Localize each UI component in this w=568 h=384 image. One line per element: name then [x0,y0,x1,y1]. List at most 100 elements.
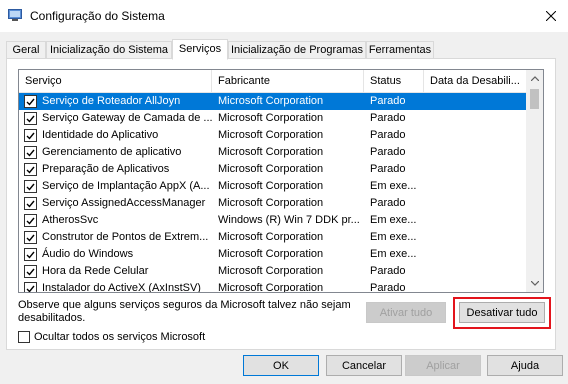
checkmark-icon [26,166,35,174]
status-cell: Parado [370,95,406,107]
table-row[interactable]: AtherosSvc Windows (R) Win 7 DDK pr... Em … [19,212,527,229]
manufacturer-cell: Microsoft Corporation [218,265,324,277]
service-checkbox[interactable] [24,214,37,227]
service-checkbox[interactable] [24,146,37,159]
column-header-status[interactable]: Status [364,70,424,92]
column-header-service[interactable]: Serviço [19,70,212,92]
status-cell: Parado [370,112,406,124]
scroll-up-arrow[interactable] [526,70,543,87]
service-checkbox[interactable] [24,129,37,142]
status-cell: Parado [370,146,406,158]
service-name-cell: Identidade do Aplicativo [42,129,159,141]
manufacturer-cell: Windows (R) Win 7 DDK pr... [218,214,360,226]
scroll-thumb[interactable] [530,89,539,109]
hide-microsoft-services-checkbox[interactable] [18,330,30,343]
service-name-cell: Serviço de Implantação AppX (A... [42,180,210,192]
status-cell: Em exe... [370,180,417,192]
disable-date-cell [427,110,527,127]
service-name-cell: Serviço Gateway de Camada de ... [42,112,212,124]
service-checkbox[interactable] [24,163,37,176]
checkmark-icon [26,285,35,292]
checkmark-icon [26,149,35,157]
service-name-cell: Gerenciamento de aplicativo [42,146,182,158]
hide-microsoft-services[interactable]: Ocultar todos os serviços Microsoft [18,330,205,343]
services-list[interactable]: Serviço Fabricante Status Data da Desabi… [18,69,544,293]
service-checkbox[interactable] [24,95,37,108]
disable-date-cell [427,161,527,178]
manufacturer-cell: Microsoft Corporation [218,180,324,192]
disable-all-button[interactable]: Desativar tudo [459,302,545,323]
column-header-disable-date[interactable]: Data da Desabili... [424,70,527,92]
table-row[interactable]: Áudio do Windows Microsoft Corporation Em … [19,246,527,263]
service-checkbox[interactable] [24,248,37,261]
column-header-manufacturer[interactable]: Fabricante [212,70,364,92]
disable-date-cell [427,212,527,229]
table-row[interactable]: Serviço AssignedAccessManager Microsoft C… [19,195,527,212]
disable-date-cell [427,144,527,161]
disable-date-cell [427,229,527,246]
manufacturer-cell: Microsoft Corporation [218,95,324,107]
manufacturer-cell: Microsoft Corporation [218,197,324,209]
service-name-cell: Preparação de Aplicativos [42,163,170,175]
tab-strip: Geral Inicialização do Sistema Serviços … [6,39,562,60]
checkmark-icon [26,183,35,191]
close-icon [546,11,556,21]
service-checkbox[interactable] [24,265,37,278]
checkmark-icon [26,251,35,259]
table-row[interactable]: Hora da Rede Celular Microsoft Corporatio… [19,263,527,280]
table-row[interactable]: Preparação de Aplicativos Microsoft Corpo… [19,161,527,178]
ok-button[interactable]: OK [243,355,319,376]
disable-date-cell [427,93,527,110]
tab-servicos[interactable]: Serviços [172,39,228,60]
disable-date-cell [427,280,527,292]
tab-ferramentas[interactable]: Ferramentas [366,41,434,58]
table-row[interactable]: Construtor de Pontos de Extrem... Microso… [19,229,527,246]
enable-all-button[interactable]: Ativar tudo [366,302,446,323]
service-name-cell: Serviço AssignedAccessManager [42,197,206,209]
table-row[interactable]: Gerenciamento de aplicativo Microsoft Cor… [19,144,527,161]
service-name-cell: Serviço de Roteador AllJoyn [42,95,181,107]
checkmark-icon [26,115,35,123]
manufacturer-cell: Microsoft Corporation [218,163,324,175]
service-checkbox[interactable] [24,112,37,125]
cancel-button[interactable]: Cancelar [326,355,402,376]
help-button[interactable]: Ajuda [487,355,563,376]
system-config-icon [8,9,22,21]
disable-date-cell [427,178,527,195]
checkmark-icon [26,268,35,276]
checkmark-icon [26,217,35,225]
apply-button[interactable]: Aplicar [405,355,481,376]
table-row[interactable]: Instalador do ActiveX (AxInstSV) Microsof… [19,280,527,293]
close-button[interactable] [534,0,568,32]
table-row[interactable]: Serviço de Roteador AllJoyn Microsoft Cor… [19,93,527,110]
tab-inicializacao-programas[interactable]: Inicialização de Programas [228,41,366,58]
service-name-cell: Áudio do Windows [42,248,134,260]
service-name-cell: Construtor de Pontos de Extrem... [42,231,209,243]
tab-inicializacao-sistema[interactable]: Inicialização do Sistema [46,41,172,58]
service-checkbox[interactable] [24,282,37,292]
checkmark-icon [26,234,35,242]
checkmark-icon [26,200,35,208]
service-name-cell: Hora da Rede Celular [42,265,149,277]
tab-geral[interactable]: Geral [6,41,46,58]
service-checkbox[interactable] [24,231,37,244]
status-cell: Parado [370,129,406,141]
vertical-scrollbar[interactable] [526,70,543,292]
table-row[interactable]: Serviço Gateway de Camada de ... Microsof… [19,110,527,127]
status-cell: Em exe... [370,231,417,243]
hide-microsoft-services-label: Ocultar todos os serviços Microsoft [34,330,206,343]
window-title: Configuração do Sistema [30,9,165,23]
disable-date-cell [427,263,527,280]
table-row[interactable]: Serviço de Implantação AppX (A... Microso… [19,178,527,195]
table-row[interactable]: Identidade do Aplicativo Microsoft Corpor… [19,127,527,144]
scroll-down-arrow[interactable] [526,275,543,292]
checkmark-icon [26,98,35,106]
status-cell: Parado [370,163,406,175]
status-cell: Em exe... [370,214,417,226]
service-checkbox[interactable] [24,197,37,210]
manufacturer-cell: Microsoft Corporation [218,282,324,293]
disable-date-cell [427,246,527,263]
manufacturer-cell: Microsoft Corporation [218,248,324,260]
status-cell: Em exe... [370,248,417,260]
service-checkbox[interactable] [24,180,37,193]
